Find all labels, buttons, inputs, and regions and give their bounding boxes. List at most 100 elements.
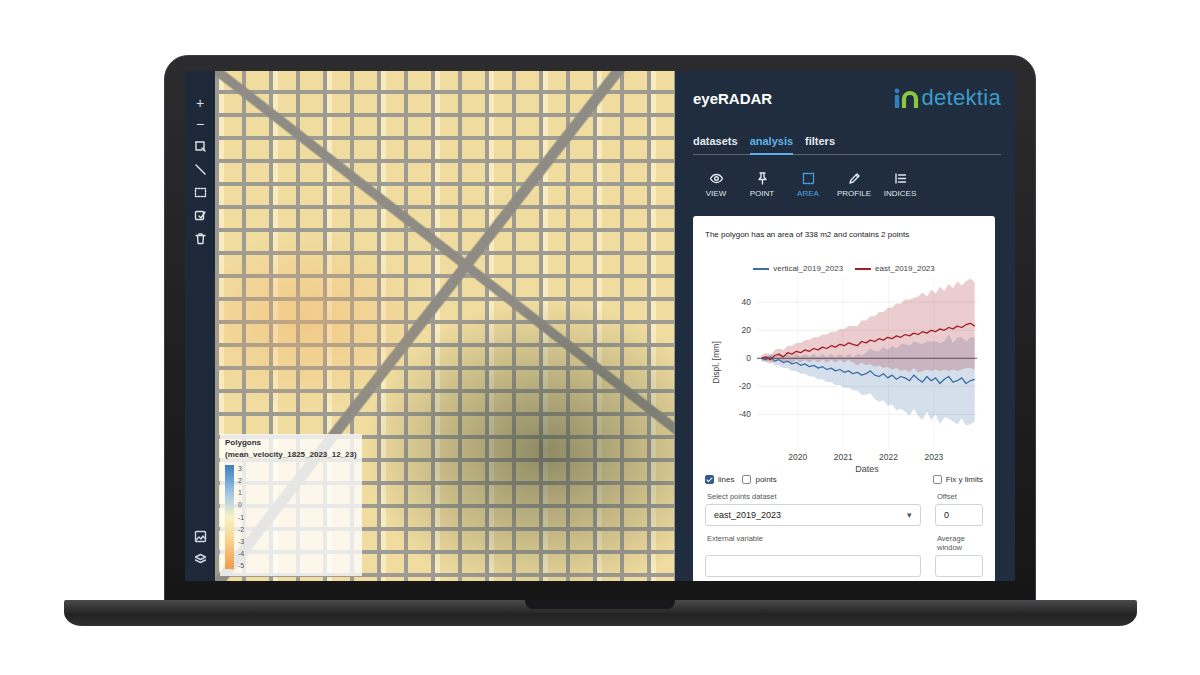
panel-header: eyeRADARdetektia bbox=[675, 71, 1015, 113]
legend-subtitle: (mean_velocity_1825_2023_12_23) bbox=[225, 450, 357, 459]
uncertainty-band bbox=[762, 278, 975, 372]
x-tick: 2022 bbox=[879, 452, 898, 462]
legend-tick: -5 bbox=[238, 562, 244, 569]
field-label: External variable bbox=[705, 534, 921, 555]
checkbox[interactable] bbox=[933, 475, 942, 484]
series-line[interactable] bbox=[762, 357, 975, 384]
pin-icon bbox=[755, 171, 770, 186]
map[interactable]: Polygons (mean_velocity_1825_2023_12_23) 3… bbox=[215, 71, 675, 581]
dropdown-arrow-icon: ▾ bbox=[907, 510, 912, 520]
field-label: Select points dataset bbox=[705, 492, 921, 504]
x-tick: 2021 bbox=[834, 452, 853, 462]
trash-icon[interactable] bbox=[192, 231, 208, 246]
y-tick: 0 bbox=[746, 353, 751, 363]
edit-shape-icon[interactable] bbox=[192, 208, 208, 223]
legend-ticks: 3 2 1 0 -1 -2 -3 -4 -5 bbox=[238, 465, 244, 569]
y-tick: -40 bbox=[739, 409, 752, 419]
tool-label: POINT bbox=[750, 189, 774, 198]
tool-button[interactable]: PROFILE bbox=[833, 169, 875, 200]
dataset-dropdown[interactable]: east_2019_2023▾ bbox=[705, 504, 921, 526]
legend-tick: 3 bbox=[238, 465, 244, 472]
legend-tick: 1 bbox=[238, 489, 244, 496]
option-checkbox[interactable]: points bbox=[742, 475, 776, 484]
dataset-row: Select points dataset Offset east_2019_202… bbox=[705, 492, 983, 526]
checkbox[interactable] bbox=[742, 475, 751, 484]
tool-button[interactable]: VIEW bbox=[695, 169, 737, 200]
option-checkbox[interactable]: Fix y limits bbox=[933, 475, 983, 484]
legend-item[interactable]: vertical_2019_2023 bbox=[753, 264, 843, 273]
field-label: Average window bbox=[935, 534, 983, 555]
zoom-in-button[interactable]: + bbox=[192, 97, 208, 110]
legend-label: east_2019_2023 bbox=[875, 264, 935, 273]
tool-button[interactable]: POINT bbox=[741, 169, 783, 200]
displacement-chart[interactable]: 40200-20-402020202120222023DatesDispl. [… bbox=[705, 275, 981, 473]
external-row: External variable Average window bbox=[705, 534, 983, 577]
legend-swatch bbox=[753, 268, 769, 270]
legend-tick: -1 bbox=[238, 514, 244, 521]
checkbox-label: Fix y limits bbox=[946, 475, 983, 484]
legend-swatch bbox=[855, 268, 871, 270]
checkbox[interactable] bbox=[705, 475, 714, 484]
x-axis-title: Dates bbox=[855, 464, 879, 473]
zoom-out-button[interactable]: − bbox=[192, 118, 208, 131]
y-axis-title: Displ. [mm] bbox=[711, 341, 721, 384]
color-scale bbox=[225, 465, 234, 569]
chart-legend: vertical_2019_2023 east_2019_2023 bbox=[705, 264, 983, 273]
option-checkbox[interactable]: lines bbox=[705, 475, 734, 484]
analysis-card: The polygon has an area of 338 m2 and co… bbox=[693, 216, 995, 581]
field-label: Offset bbox=[935, 492, 983, 504]
layers-icon[interactable] bbox=[193, 552, 208, 567]
laptop-notch bbox=[525, 600, 675, 609]
analysis-tools: VIEW POINT AREA PROFILE INDICES bbox=[675, 155, 1015, 200]
x-tick: 2020 bbox=[788, 452, 807, 462]
basemap-icon[interactable] bbox=[193, 529, 208, 544]
legend-tick: 0 bbox=[238, 501, 244, 508]
chart-options: lines points Fix y limits bbox=[705, 475, 983, 484]
area-select-icon bbox=[801, 171, 816, 186]
checkbox-label: lines bbox=[718, 475, 734, 484]
tool-label: INDICES bbox=[884, 189, 916, 198]
dropdown-value: east_2019_2023 bbox=[714, 510, 907, 520]
tool-button[interactable]: INDICES bbox=[879, 169, 921, 200]
tab[interactable]: filters bbox=[805, 131, 835, 155]
tab[interactable]: datasets bbox=[693, 131, 738, 155]
map-toolbar: +− bbox=[185, 71, 215, 581]
panel-tabs: datasets analysis filters bbox=[693, 131, 1001, 155]
legend-tick: 2 bbox=[238, 477, 244, 484]
legend-tick: -2 bbox=[238, 526, 244, 533]
average-window-input[interactable] bbox=[935, 555, 983, 577]
legend-tick: -4 bbox=[238, 550, 244, 557]
series-line[interactable] bbox=[762, 323, 975, 359]
legend-label: vertical_2019_2023 bbox=[773, 264, 843, 273]
eye-icon bbox=[709, 171, 724, 186]
laptop-base bbox=[64, 600, 1137, 626]
tool-label: AREA bbox=[797, 189, 819, 198]
legend-tick: -3 bbox=[238, 538, 244, 545]
y-tick: 40 bbox=[742, 297, 752, 307]
list-icon bbox=[893, 171, 908, 186]
area-summary: The polygon has an area of 338 m2 and co… bbox=[705, 230, 983, 240]
brand-name: detektia bbox=[922, 85, 1001, 111]
laptop: +− Polygons(mean_velocity_1825_2023_12_2… bbox=[0, 0, 1200, 675]
y-tick: -20 bbox=[739, 381, 752, 391]
brand-logo: detektia bbox=[893, 85, 1001, 111]
pencil-icon bbox=[847, 171, 862, 186]
draw-line-icon[interactable] bbox=[192, 162, 208, 177]
tool-label: VIEW bbox=[706, 189, 726, 198]
offset-value: 0 bbox=[944, 510, 974, 520]
external-variable-dropdown[interactable] bbox=[705, 555, 921, 577]
map-legend: Polygons (mean_velocity_1825_2023_12_23) 3… bbox=[220, 434, 362, 576]
brand-mark-icon bbox=[893, 87, 919, 109]
offset-input[interactable]: 0 bbox=[935, 504, 983, 526]
tool-label: PROFILE bbox=[837, 189, 871, 198]
checkbox-label: points bbox=[755, 475, 776, 484]
side-panel: eyeRADARdetektiadatasetsanalysisfiltersV… bbox=[675, 71, 1015, 581]
legend-title: Polygons bbox=[225, 438, 357, 447]
tool-button[interactable]: AREA bbox=[787, 169, 829, 200]
y-tick: 20 bbox=[742, 325, 752, 335]
laptop-screen: +− Polygons(mean_velocity_1825_2023_12_2… bbox=[164, 55, 1036, 602]
legend-item[interactable]: east_2019_2023 bbox=[855, 264, 935, 273]
draw-rectangle-icon[interactable] bbox=[192, 185, 208, 200]
select-polygon-icon[interactable] bbox=[192, 139, 208, 154]
tab[interactable]: analysis bbox=[750, 131, 793, 155]
